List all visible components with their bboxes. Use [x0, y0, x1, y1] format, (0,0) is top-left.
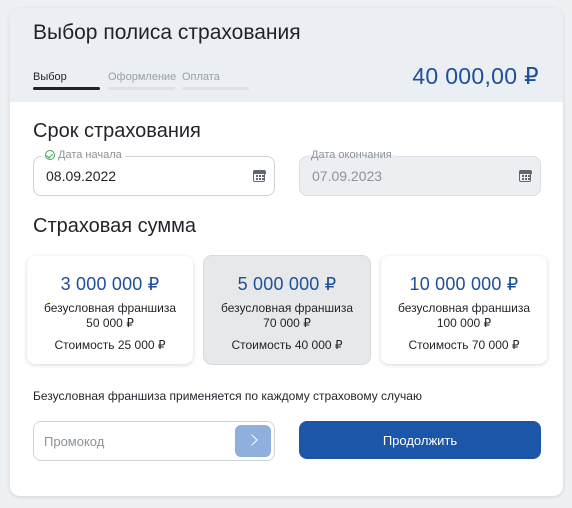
- sum-option-10m[interactable]: 10 000 000 ₽ безусловная франшиза 100 00…: [381, 256, 547, 364]
- sum-option-5m[interactable]: 5 000 000 ₽ безусловная франшиза 70 000 …: [204, 256, 370, 364]
- end-date-value: 07.09.2023: [312, 168, 383, 184]
- option-franchise-label: безусловная франшиза: [220, 301, 354, 315]
- step-payment-bar: [182, 87, 249, 90]
- start-date-label: Дата начала: [42, 149, 125, 161]
- option-franchise-label: безусловная франшиза: [43, 301, 177, 315]
- step-choice[interactable]: Выбор: [33, 71, 67, 83]
- policy-price: 40 000,00 ₽: [412, 63, 539, 89]
- option-franchise: безусловная франшиза 50 000 ₽: [27, 301, 193, 331]
- step-payment[interactable]: Оплата: [182, 71, 220, 83]
- end-date-field: Дата окончания 07.09.2023: [299, 149, 541, 196]
- franchise-note: Безусловная франшиза применяется по кажд…: [33, 389, 422, 403]
- chevron-right-icon: [246, 434, 258, 446]
- policy-card: Выбор полиса страхования Выбор Оформлени…: [10, 8, 563, 496]
- option-franchise: безусловная франшиза 100 000 ₽: [381, 301, 547, 331]
- promo-apply-button[interactable]: [235, 425, 271, 457]
- start-date-field[interactable]: Дата начала 08.09.2022: [33, 149, 275, 196]
- end-date-label: Дата окончания: [308, 149, 395, 161]
- option-cost: Стоимость 25 000 ₽: [54, 338, 166, 352]
- card-header: Выбор полиса страхования Выбор Оформлени…: [10, 8, 563, 102]
- step-registration[interactable]: Оформление: [108, 71, 176, 83]
- option-amount: 10 000 000 ₽: [409, 274, 519, 294]
- check-circle-icon: [45, 150, 55, 160]
- start-date-value: 08.09.2022: [46, 168, 117, 184]
- start-date-label-text: Дата начала: [58, 149, 122, 161]
- option-cost: Стоимость 70 000 ₽: [408, 338, 520, 352]
- option-amount: 3 000 000 ₽: [60, 274, 160, 294]
- option-franchise-value: 100 000 ₽: [436, 316, 492, 330]
- option-franchise-label: безусловная франшиза: [397, 301, 531, 315]
- calendar-icon[interactable]: [252, 169, 266, 182]
- page-title: Выбор полиса страхования: [33, 21, 301, 44]
- term-section-title: Срок страхования: [33, 120, 201, 142]
- promo-input[interactable]: [44, 431, 224, 451]
- option-cost: Стоимость 40 000 ₽: [231, 338, 343, 352]
- option-franchise: безусловная франшиза 70 000 ₽: [204, 301, 370, 331]
- option-franchise-value: 50 000 ₽: [86, 316, 134, 330]
- calendar-icon: [518, 169, 532, 182]
- option-amount: 5 000 000 ₽: [237, 274, 337, 294]
- continue-button[interactable]: Продолжить: [299, 421, 541, 459]
- promo-field: [33, 421, 275, 461]
- sum-section-title: Страховая сумма: [33, 215, 197, 237]
- step-registration-bar: [108, 87, 175, 90]
- step-choice-bar: [33, 87, 100, 90]
- option-franchise-value: 70 000 ₽: [263, 316, 311, 330]
- sum-option-3m[interactable]: 3 000 000 ₽ безусловная франшиза 50 000 …: [27, 256, 193, 364]
- end-date-label-text: Дата окончания: [311, 149, 392, 161]
